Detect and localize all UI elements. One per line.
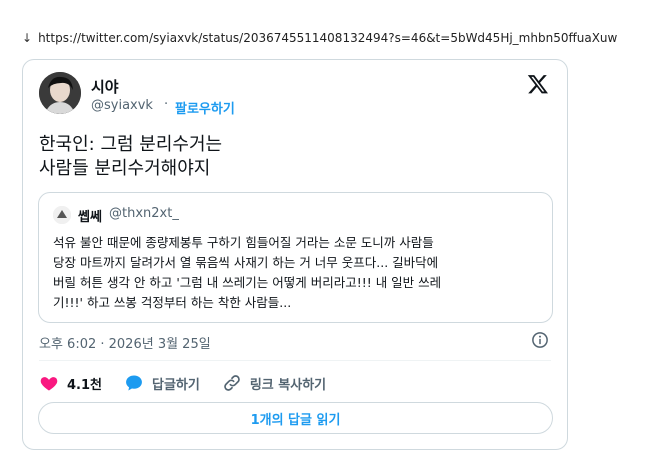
reply-label: 답글하기 <box>152 377 200 393</box>
avatar[interactable] <box>39 72 81 114</box>
author-handle[interactable]: @syiaxvk <box>91 98 153 113</box>
heart-icon <box>40 377 58 391</box>
quote-avatar <box>53 206 71 224</box>
action-bar: 4.1천 답글하기 링크 복사하기 <box>39 372 348 394</box>
quote-text-line: 당장 마트까지 달려가서 열 묶음씩 사재기 하는 거 너무 웃프다... 길바… <box>53 255 439 270</box>
separator-dot: · <box>164 97 169 112</box>
quote-text: 석유 불안 때문에 종량제봉투 구하기 힘들어질 거라는 소문 도니까 사람들 … <box>53 233 545 313</box>
download-arrow-icon: ↓ <box>22 31 33 45</box>
reply-button[interactable]: 답글하기 <box>124 373 200 393</box>
copy-link-button[interactable]: 링크 복사하기 <box>222 373 326 393</box>
url-text[interactable]: https://twitter.com/syiaxvk/status/20367… <box>38 31 617 45</box>
info-icon[interactable] <box>531 331 549 349</box>
tweet-text: 한국인: 그럼 분리수거는 사람들 분리수거해야지 <box>39 133 539 181</box>
author-name[interactable]: 시야 <box>91 76 119 97</box>
tweet-timestamp[interactable]: 오후 6:02 · 2026년 3월 25일 <box>39 333 211 352</box>
copy-link-label: 링크 복사하기 <box>249 377 327 393</box>
tweet-card[interactable]: 시야 @syiaxvk · 팔로우하기 한국인: 그럼 분리수거는 사람들 분리… <box>22 59 568 450</box>
quote-author-name: 쎕쎄 <box>78 210 102 225</box>
tweet-text-line: 사람들 분리수거해야지 <box>39 158 211 179</box>
x-logo-icon[interactable] <box>527 73 549 95</box>
tweet-text-line: 한국인: 그럼 분리수거는 <box>39 134 223 155</box>
like-button[interactable]: 4.1천 <box>39 373 102 393</box>
speech-bubble-icon <box>126 375 142 391</box>
quote-text-line: 기!!!' 하고 쓰봉 걱정부터 하는 착한 사람들... <box>53 295 292 310</box>
quote-text-line: 석유 불안 때문에 종량제봉투 구하기 힘들어질 거라는 소문 도니까 사람들 <box>53 235 434 250</box>
quote-author-handle: @thxn2xt_ <box>109 206 179 221</box>
divider <box>39 360 551 361</box>
like-count: 4.1천 <box>67 377 102 393</box>
read-replies-button[interactable]: 1개의 답글 읽기 <box>38 402 553 434</box>
follow-button[interactable]: 팔로우하기 <box>175 98 235 117</box>
link-icon <box>224 375 240 391</box>
quoted-tweet[interactable]: 쎕쎄 @thxn2xt_ 석유 불안 때문에 종량제봉투 구하기 힘들어질 거라… <box>38 192 553 323</box>
quote-text-line: 버릴 허튼 생각 안 하고 '그럼 내 쓰레기는 어떻게 버리라고!!! 내 일… <box>53 275 442 290</box>
url-bar[interactable]: ↓ https://twitter.com/syiaxvk/status/203… <box>22 31 617 45</box>
